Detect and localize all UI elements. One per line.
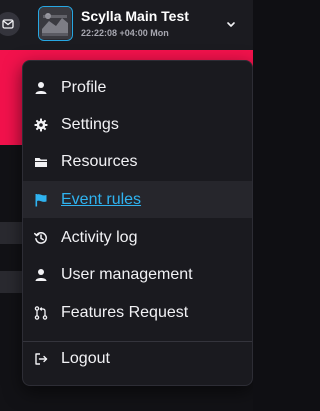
user-icon — [34, 81, 48, 95]
menu-item-label: Event rules — [61, 190, 142, 208]
flag-icon — [34, 193, 48, 207]
menu-item-label: Profile — [61, 78, 107, 96]
menu-item-settings[interactable]: Settings — [23, 106, 252, 143]
menu-item-profile[interactable]: Profile — [23, 69, 252, 106]
menu-item-logout[interactable]: Logout — [23, 340, 252, 377]
gear-icon — [34, 118, 48, 132]
logout-icon — [34, 352, 48, 366]
menu-item-resources[interactable]: Resources — [23, 143, 252, 180]
menu-item-label: User management — [61, 265, 193, 283]
folder-icon — [34, 155, 48, 169]
user-icon — [34, 268, 48, 282]
account-avatar[interactable] — [38, 6, 73, 41]
pull-request-icon — [34, 305, 48, 320]
mail-button[interactable] — [0, 12, 20, 36]
menu-item-user-management[interactable]: User management — [23, 256, 252, 293]
menu-item-label: Activity log — [61, 228, 138, 246]
mail-icon — [2, 19, 14, 29]
chevron-down-icon[interactable] — [224, 18, 238, 32]
menu-item-label: Settings — [61, 115, 119, 133]
menu-item-event-rules[interactable]: Event rules — [23, 181, 252, 218]
menu-item-activity-log[interactable]: Activity log — [23, 219, 252, 256]
menu-item-features-request[interactable]: Features Request — [23, 294, 252, 331]
menu-item-label: Features Request — [61, 303, 189, 321]
account-name[interactable]: Scylla Main Test — [81, 8, 189, 24]
app-page: Scylla Main Test 22:22:08 +04:00 Mon Pro… — [0, 0, 253, 411]
account-time: 22:22:08 +04:00 Mon — [81, 28, 169, 38]
history-icon — [34, 231, 48, 245]
account-image — [39, 7, 71, 39]
account-dropdown-menu: Profile Settings Resources Event rules A… — [22, 60, 253, 386]
top-bar: Scylla Main Test 22:22:08 +04:00 Mon — [0, 0, 253, 50]
menu-item-label: Resources — [61, 152, 138, 170]
menu-item-label: Logout — [61, 349, 110, 367]
